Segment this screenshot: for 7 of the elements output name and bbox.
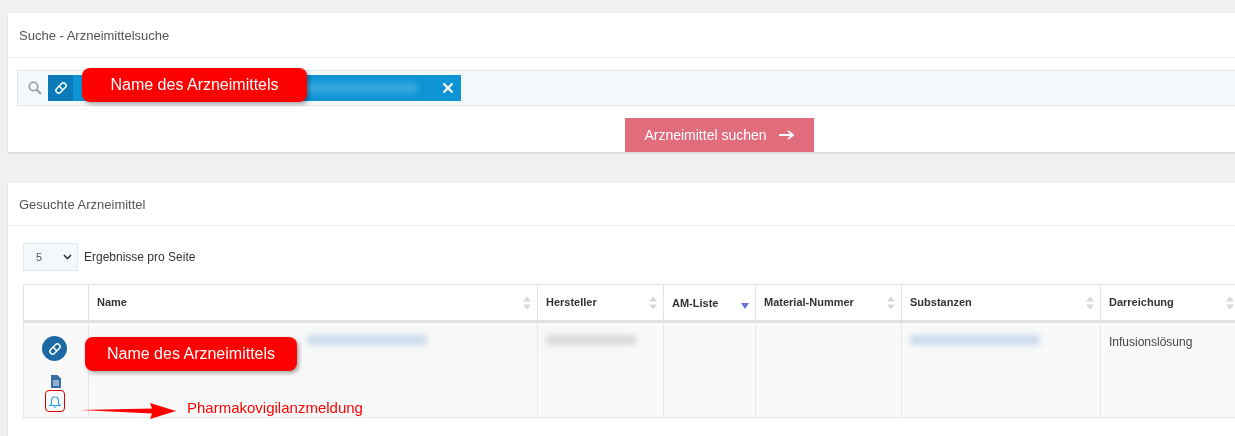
panel-title: Suche - Arzneimittelsuche [19,27,170,43]
panel-title: Gesuchte Arzneimittel [19,196,146,212]
callout-tooltip: Name des Arzneimittels [85,337,297,371]
table-cell: Infusionslösung [1109,335,1193,349]
callout-tooltip: Name des Arzneimittels [82,68,307,102]
page-size-label: Ergebnisse pro Seite [84,250,196,264]
annotation-text: Pharmakovigilanzmeldung [187,399,363,416]
